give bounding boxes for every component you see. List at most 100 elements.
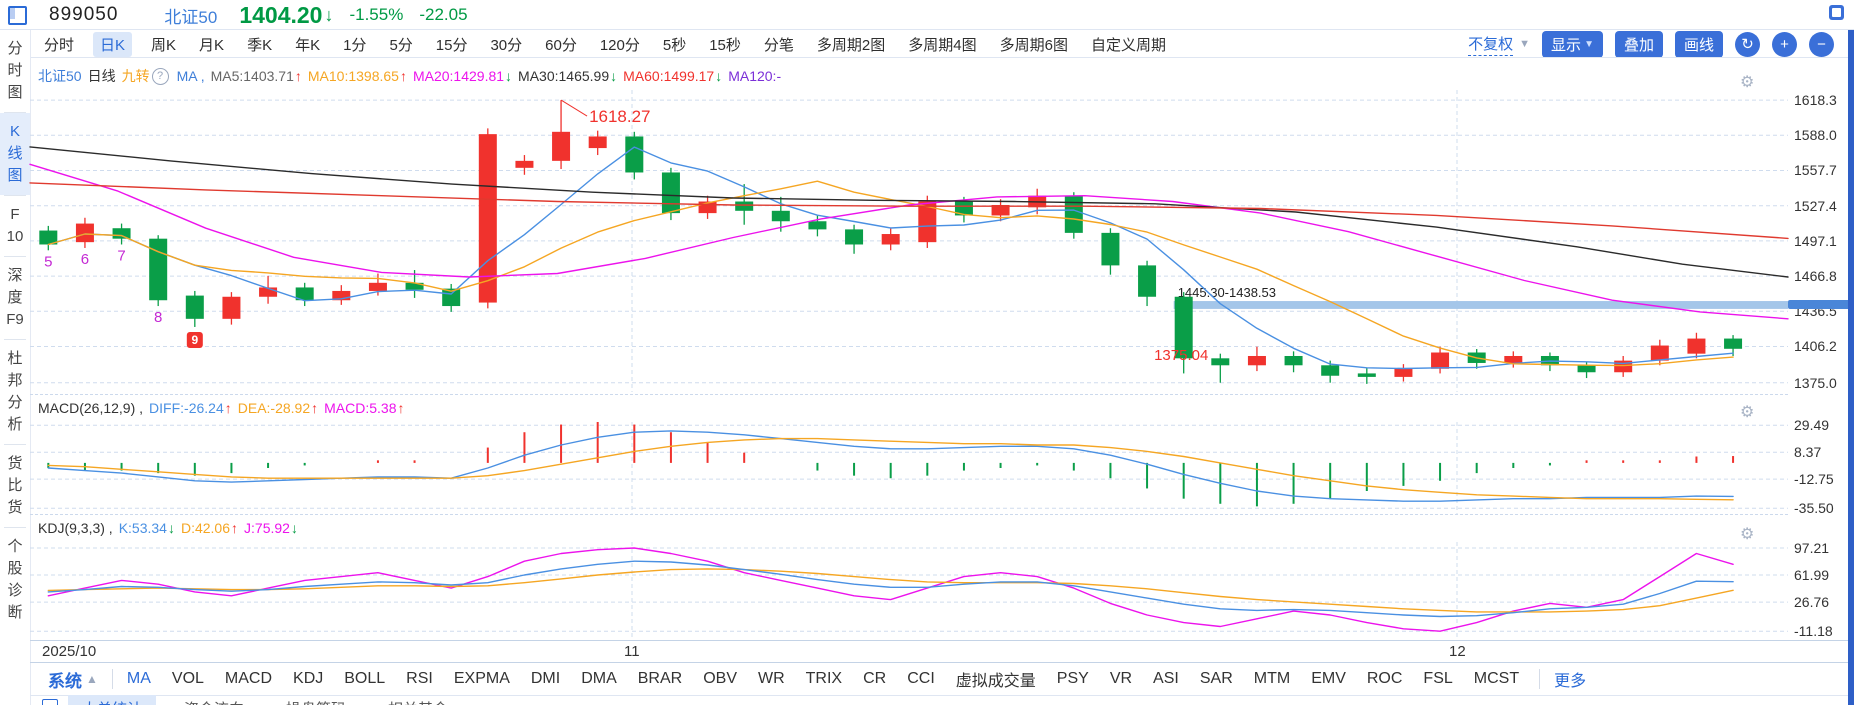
indicator-tab-18[interactable]: ASI bbox=[1153, 670, 1179, 688]
date-axis-label: 2025/10 bbox=[42, 643, 97, 660]
arrow-down-icon: ↓ bbox=[290, 520, 298, 536]
gear-icon[interactable]: ⚙ bbox=[1740, 524, 1754, 544]
sidebar-item-4[interactable]: 杜邦分析 bbox=[0, 340, 30, 444]
indicator-tab-14[interactable]: CCI bbox=[907, 670, 935, 688]
kline-chart[interactable]: 1445.30-1438.535 6 7891618.271375.04 bbox=[29, 90, 1789, 392]
kdj-chart[interactable] bbox=[30, 542, 1788, 638]
svg-text:1618.27: 1618.27 bbox=[589, 107, 650, 126]
price-axis-label: 1375.0 bbox=[1794, 374, 1837, 391]
stock-name[interactable]: 北证50 bbox=[164, 3, 217, 28]
price-axis-label: 1588.0 bbox=[1794, 127, 1837, 144]
period-tab-3[interactable]: 月K bbox=[195, 32, 228, 57]
indicator-tab-12[interactable]: TRIX bbox=[806, 670, 842, 688]
indicator-value: MA30:1465.99 bbox=[518, 68, 610, 84]
period-tab-8[interactable]: 15分 bbox=[432, 32, 472, 57]
indicator-tab-2[interactable]: MACD bbox=[225, 670, 272, 688]
sidebar-item-0[interactable]: 分时图 bbox=[0, 30, 30, 112]
period-tab-2[interactable]: 周K bbox=[147, 32, 180, 57]
overlay-button[interactable]: 叠加 bbox=[1614, 30, 1663, 58]
indicator-tab-5[interactable]: RSI bbox=[406, 670, 433, 688]
price-axis-label: 1557.7 bbox=[1794, 162, 1837, 179]
indicator-tab-6[interactable]: EXPMA bbox=[454, 670, 510, 688]
sidebar-item-1[interactable]: K线图 bbox=[0, 113, 30, 195]
bottom-data-tab-2[interactable]: 操盘筹码 bbox=[272, 695, 360, 705]
help-icon[interactable]: ? bbox=[151, 67, 169, 85]
adjust-mode-dropdown[interactable]: 不复权 bbox=[1468, 33, 1514, 56]
window-panel-icon[interactable] bbox=[8, 5, 27, 25]
indicator-tab-23[interactable]: FSL bbox=[1423, 670, 1452, 688]
indicator-value: D:42.06 bbox=[180, 520, 231, 536]
indicator-tab-16[interactable]: PSY bbox=[1057, 670, 1089, 688]
indicator-tab-11[interactable]: WR bbox=[758, 670, 785, 688]
bottom-data-tab-0[interactable]: 大单统计 bbox=[68, 695, 157, 705]
period-tab-5[interactable]: 年K bbox=[291, 32, 324, 57]
indicator-tab-21[interactable]: EMV bbox=[1311, 670, 1346, 688]
indicator-tab-22[interactable]: ROC bbox=[1367, 670, 1403, 688]
indicator-value: MA60:1499.17 bbox=[623, 68, 715, 84]
kline-indicator-label: 北证50 日线 九转? MA , MA5:1403.71 ↑ MA10:1398.65 ↑ MA… bbox=[38, 66, 781, 86]
period-tab-16[interactable]: 多周期4图 bbox=[904, 32, 980, 57]
indicator-value: KDJ(9,3,3) , bbox=[38, 520, 113, 536]
period-tab-7[interactable]: 5分 bbox=[385, 32, 416, 57]
period-tab-17[interactable]: 多周期6图 bbox=[996, 32, 1072, 57]
gear-icon[interactable]: ⚙ bbox=[1740, 402, 1754, 422]
system-menu[interactable]: 系统 bbox=[48, 667, 82, 692]
period-tabs: 分时 日K 周K 月K 季K 年K 1分 5分 15分 30分 60分 120分 5秒 15秒 分笔 多周期2… bbox=[40, 31, 1170, 57]
indicator-value: MACD(26,12,9) , bbox=[38, 400, 144, 416]
period-tab-9[interactable]: 30分 bbox=[486, 32, 526, 57]
arrow-up-icon: ↑ bbox=[294, 68, 302, 84]
indicator-tab-3[interactable]: KDJ bbox=[293, 670, 323, 688]
period-tab-6[interactable]: 1分 bbox=[339, 32, 370, 57]
indicator-tab-17[interactable]: VR bbox=[1110, 670, 1132, 688]
indicator-tab-4[interactable]: BOLL bbox=[344, 670, 385, 688]
sidebar-item-2[interactable]: F 10 bbox=[0, 196, 30, 256]
indicator-tab-13[interactable]: CR bbox=[863, 670, 886, 688]
indicator-tab-10[interactable]: OBV bbox=[703, 670, 737, 688]
period-tab-1[interactable]: 日K bbox=[93, 31, 133, 57]
sidebar-item-5[interactable]: 货比货 bbox=[0, 445, 30, 527]
bottom-data-tabs: 大单统计 资金流向 操盘筹码 相关基金 bbox=[68, 695, 476, 705]
quote-header: 899050 北证50 1404.20 ↓ -1.55% -22.05 bbox=[0, 0, 1854, 30]
macd-chart[interactable] bbox=[30, 422, 1788, 514]
bottom-data-tab-3[interactable]: 相关基金 bbox=[374, 695, 462, 705]
zoom-in-icon[interactable]: + bbox=[1772, 31, 1797, 57]
zoom-out-icon[interactable]: − bbox=[1809, 31, 1834, 57]
indicator-value: J:75.92 bbox=[244, 520, 290, 536]
indicator-tab-1[interactable]: VOL bbox=[172, 670, 204, 688]
period-tab-0[interactable]: 分时 bbox=[40, 32, 78, 57]
sidebar-item-6[interactable]: 个股诊断 bbox=[0, 528, 30, 632]
period-tab-14[interactable]: 分笔 bbox=[760, 32, 798, 57]
gear-icon[interactable]: ⚙ bbox=[1740, 72, 1754, 92]
indicator-tab-0[interactable]: MA bbox=[127, 670, 151, 688]
indicator-tab-19[interactable]: SAR bbox=[1200, 670, 1233, 688]
period-tab-13[interactable]: 15秒 bbox=[705, 32, 745, 57]
more-indicators-link[interactable]: 更多 bbox=[1554, 667, 1586, 691]
stock-code: 899050 bbox=[49, 4, 119, 25]
bottom-data-tab-1[interactable]: 资金流向 bbox=[170, 695, 258, 705]
indicator-tab-24[interactable]: MCST bbox=[1474, 670, 1519, 688]
macd-axis-label: -12.75 bbox=[1794, 471, 1834, 488]
arrow-up-icon: ↑ bbox=[231, 520, 239, 536]
kdj-axis-label: 61.99 bbox=[1794, 567, 1830, 584]
price-band-axis-cap bbox=[1788, 300, 1854, 310]
left-sidebar: 分时图 K 线图 F 10 深度 F9 杜邦分析货比货个股诊断 bbox=[0, 30, 30, 632]
indicator-tab-8[interactable]: DMA bbox=[581, 670, 617, 688]
undo-icon[interactable]: ↻ bbox=[1735, 31, 1760, 57]
indicator-tab-15[interactable]: 虚拟成交量 bbox=[956, 667, 1036, 691]
indicator-tab-7[interactable]: DMI bbox=[531, 670, 560, 688]
draw-line-button[interactable]: 画线 bbox=[1674, 30, 1723, 58]
checkbox[interactable] bbox=[42, 699, 58, 705]
period-tab-15[interactable]: 多周期2图 bbox=[813, 32, 889, 57]
period-tab-12[interactable]: 5秒 bbox=[659, 32, 690, 57]
period-tab-11[interactable]: 120分 bbox=[596, 32, 644, 57]
indicator-tab-20[interactable]: MTM bbox=[1254, 670, 1290, 688]
sidebar-item-3[interactable]: 深度 F9 bbox=[0, 257, 30, 339]
display-button[interactable]: 显示 ▼ bbox=[1542, 30, 1603, 58]
period-tab-4[interactable]: 季K bbox=[243, 32, 276, 57]
layout-toggle-icon[interactable] bbox=[1829, 5, 1844, 20]
period-tab-18[interactable]: 自定义周期 bbox=[1087, 32, 1170, 57]
indicator-tab-9[interactable]: BRAR bbox=[638, 670, 682, 688]
period-tab-10[interactable]: 60分 bbox=[541, 32, 581, 57]
indicator-value: DIFF:-26.24 bbox=[149, 400, 224, 416]
right-edge-scrollbar[interactable] bbox=[1848, 30, 1854, 705]
